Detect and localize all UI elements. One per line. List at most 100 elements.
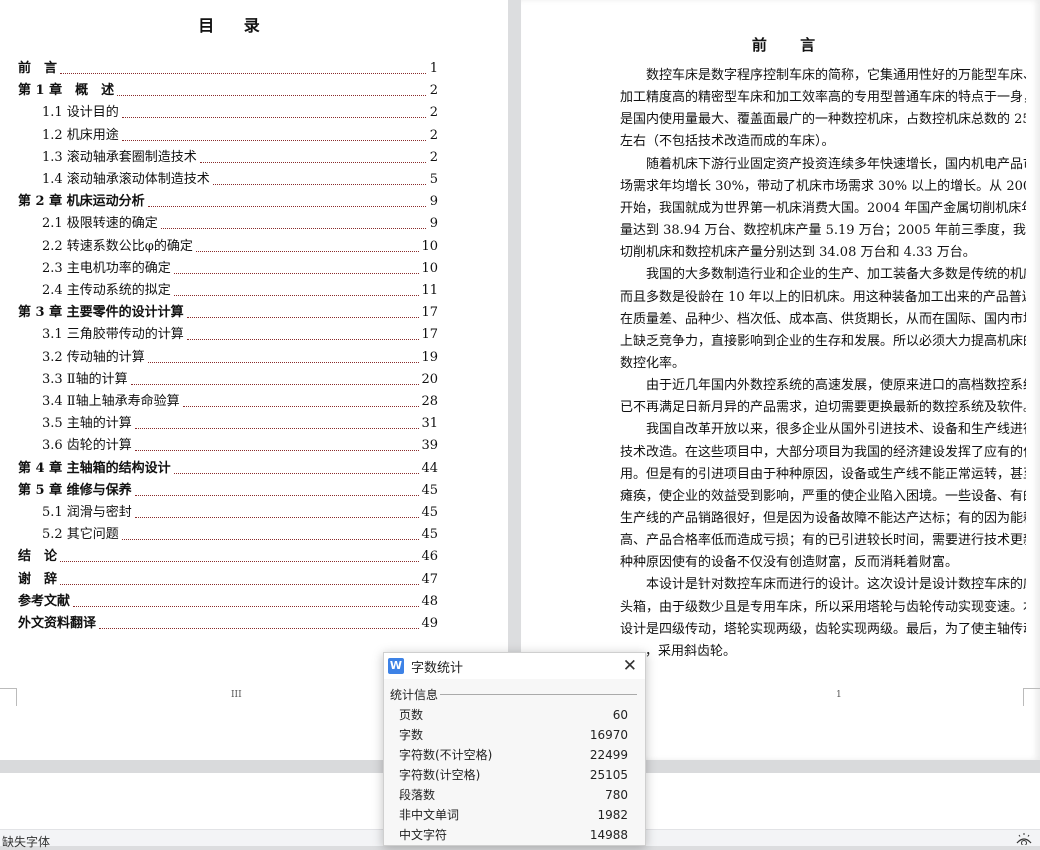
- leader-dots: [173, 295, 420, 296]
- preface-text-line: 瘫痪，使企业的效益受到影响，严重的使企业陷入困境。一些设备、有的: [620, 488, 1026, 504]
- stat-value: 60: [612, 708, 628, 722]
- dialog-title: 字数统计: [411, 660, 464, 676]
- preface-text-line: 数控车床是数字程序控制车床的简称，它集通用性好的万能型车床、: [646, 68, 1026, 83]
- toc-entry[interactable]: 1.2 机床用途 2: [42, 125, 438, 145]
- toc-page: 目 录 前 言1第 1 章 概 述 2 1.1 设计目的 2 1.2 机床用途 2 1.3 …: [0, 0, 508, 760]
- leader-dots: [117, 95, 426, 97]
- preface-text-line: 场需求年均增长 30%，带动了机床市场需求 30% 以上的增长。从 2002 年: [620, 178, 1026, 194]
- toc-entry-page: 11: [421, 283, 438, 298]
- preface-text-line: 由于近几年国内外数控系统的高速发展，使原来进口的高档数控系统: [646, 378, 1026, 394]
- toc-entry[interactable]: 第 4 章 主轴箱的结构设计 44: [18, 458, 438, 478]
- toc-entry[interactable]: 3.5 主轴的计算 31: [42, 413, 438, 433]
- leader-dots: [147, 361, 420, 363]
- toc-entry[interactable]: 2.3 主电机功率的确定 10: [42, 258, 438, 278]
- wps-writer-icon: W: [388, 658, 404, 674]
- preface-text-line: 生产线的产品销路很好，但是因为设备故障不能达产达标；有的因为能耗: [620, 511, 1026, 526]
- toc-entry-page: 28: [421, 394, 438, 409]
- toc-entry[interactable]: 结 论 46: [18, 546, 438, 566]
- toc-entry-page: 20: [421, 371, 438, 387]
- toc-entry[interactable]: 2.4 主传动系统的拟定 11: [42, 280, 438, 300]
- toc-entry[interactable]: 参考文献 48: [18, 591, 438, 611]
- stat-row: 字数 16970: [399, 725, 628, 745]
- toc-entry-label: 1.3 滚动轴承套圈制造技术: [42, 149, 197, 165]
- dialog-titlebar[interactable]: W 字数统计 ✕: [384, 653, 645, 679]
- toc-entry[interactable]: 2.1 极限转速的确定 9: [42, 213, 438, 233]
- toc-entry-page: 31: [421, 416, 438, 432]
- leader-dots: [173, 472, 420, 474]
- toc-entry[interactable]: 1.3 滚动轴承套圈制造技术 2: [42, 147, 438, 167]
- stat-value: 1982: [597, 808, 628, 822]
- stat-label: 页数: [399, 708, 424, 722]
- toc-entry[interactable]: 第 1 章 概 述 2: [18, 80, 438, 100]
- toc-entry-label: 第 4 章 主轴箱的结构设计: [18, 460, 171, 476]
- leader-dots: [182, 406, 420, 407]
- leader-dots: [212, 184, 426, 185]
- stat-label: 非中文单词: [399, 808, 460, 822]
- toc-entry-label: 第 2 章 机床运动分析: [18, 194, 145, 210]
- preface-text-line: 而且多数是役龄在 10 年以上的旧机床。用这种装备加工出来的产品普遍存: [620, 289, 1026, 305]
- toc-entry-page: 10: [421, 238, 438, 254]
- toc-entry[interactable]: 5.1 润滑与密封 45: [42, 502, 438, 522]
- toc-entry-page: 10: [421, 260, 438, 276]
- toc-title: 目 录: [198, 16, 272, 35]
- leader-dots: [130, 383, 420, 385]
- toc-entry[interactable]: 3.2 传动轴的计算 19: [42, 347, 438, 367]
- leader-dots: [195, 250, 420, 252]
- toc-entry[interactable]: 3.3 Ⅱ轴的计算 20: [42, 369, 438, 389]
- toc-entry-label: 参考文献: [18, 593, 71, 609]
- leader-dots: [60, 583, 420, 585]
- toc-entry-label: 2.1 极限转速的确定: [42, 216, 158, 232]
- leader-dots: [60, 561, 420, 563]
- stat-label: 字数: [399, 728, 424, 742]
- preface-text-line: 在质量差、品种少、档次低、成本高、供货期长，从而在国际、国内市场: [620, 311, 1026, 327]
- preface-text-line: 数控化率。: [620, 355, 686, 371]
- toc-entry[interactable]: 5.2 其它问题 45: [42, 524, 438, 544]
- stat-row: 非中文单词 1982: [399, 805, 628, 825]
- toc-entry[interactable]: 第 5 章 维修与保养 45: [18, 480, 438, 500]
- toc-entry[interactable]: 第 2 章 机床运动分析 9: [18, 191, 438, 211]
- close-icon[interactable]: ✕: [623, 656, 637, 676]
- leader-dots: [134, 517, 420, 518]
- leader-dots: [186, 339, 420, 341]
- preface-text-line: 我国自改革开放以来，很多企业从国外引进技术、设备和生产线进行: [646, 422, 1026, 438]
- leader-dots: [73, 605, 420, 607]
- toc-entry-label: 5.2 其它问题: [42, 527, 119, 543]
- toc-entry-page: 19: [421, 349, 438, 365]
- toc-entry-page: 44: [421, 460, 438, 476]
- toc-entry-page: 2: [429, 105, 438, 121]
- stat-row: 字符数(计空格) 25105: [399, 765, 628, 785]
- toc-entry-page: 46: [421, 549, 438, 565]
- leader-dots: [134, 428, 420, 430]
- toc-entry[interactable]: 谢 辞 47: [18, 569, 438, 589]
- preface-text-line: 用。但是有的引进项目由于种种原因，设备或生产线不能正常运转，甚至: [620, 466, 1026, 482]
- toc-entry-label: 前 言: [18, 61, 58, 76]
- toc-entry[interactable]: 1.4 滚动轴承滚动体制造技术 5: [42, 169, 438, 189]
- missing-font-button[interactable]: 缺失字体: [2, 833, 50, 850]
- toc-entry[interactable]: 外文资料翻译 49: [18, 613, 438, 633]
- preface-text-line: 是国内使用量最大、覆盖面最广的一种数控机床，占数控机床总数的 25%: [620, 112, 1026, 128]
- leader-dots: [134, 494, 420, 496]
- toc-entry[interactable]: 2.2 转速系数公比φ的确定 10: [42, 236, 438, 256]
- margin-corner-mark: [1023, 688, 1040, 706]
- leader-dots: [60, 73, 426, 74]
- toc-entry[interactable]: 第 3 章 主要零件的设计计算 17: [18, 302, 438, 322]
- preface-text-line: 切削机床和数控机床产量分别达到 34.08 万台和 4.33 万台。: [620, 245, 976, 261]
- toc-entry[interactable]: 3.6 齿轮的计算 39: [42, 435, 438, 455]
- toc-entry-page: 2: [429, 149, 438, 165]
- stat-value: 16970: [589, 728, 628, 742]
- toc-entry-label: 2.3 主电机功率的确定: [42, 260, 171, 276]
- toc-entry[interactable]: 1.1 设计目的 2: [42, 102, 438, 122]
- toc-entry-label: 外文资料翻译: [18, 616, 97, 631]
- preface-text-line: 技术改造。在这些项目中，大部分项目为我国的经济建设发挥了应有的作: [620, 444, 1026, 460]
- toc-entry[interactable]: 3.1 三角胶带传动的计算 17: [42, 324, 438, 344]
- preface-text-line: 左右（不包括技术改造而成的车床）。: [620, 134, 835, 150]
- toc-entry[interactable]: 3.4 Ⅱ轴上轴承寿命验算 28: [42, 391, 438, 411]
- eye-protection-icon[interactable]: [1016, 833, 1032, 845]
- toc-entry[interactable]: 前 言 1: [18, 58, 438, 78]
- leader-dots: [199, 161, 426, 163]
- toc-entry-label: 3.2 传动轴的计算: [42, 349, 145, 365]
- leader-dots: [147, 206, 426, 208]
- toc-entry-page: 45: [421, 527, 438, 543]
- toc-entry-label: 3.4 Ⅱ轴上轴承寿命验算: [42, 394, 180, 409]
- stat-row: 段落数 780: [399, 785, 628, 805]
